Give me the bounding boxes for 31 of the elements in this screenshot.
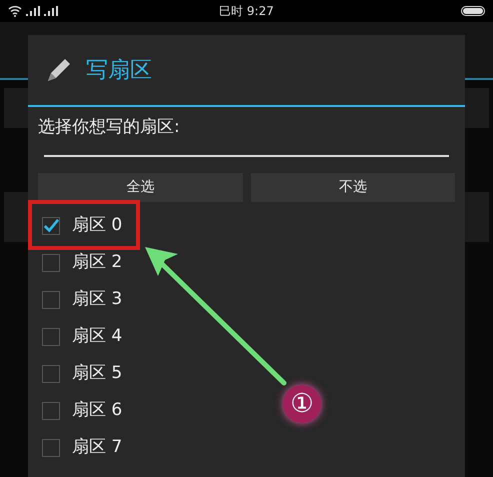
sector-label: 扇区 4 (72, 325, 122, 348)
checkbox[interactable] (42, 328, 60, 346)
status-time: 巳时 9:27 (219, 3, 274, 20)
checkbox[interactable] (42, 254, 60, 272)
check-icon (43, 218, 59, 234)
wifi-icon (8, 5, 22, 17)
sector-label: 扇区 6 (72, 399, 122, 422)
checkbox[interactable] (42, 291, 60, 309)
sector-item[interactable]: 扇区 6 (34, 392, 130, 430)
checkbox[interactable] (42, 365, 60, 383)
prompt-text: 选择你想写的扇区: (38, 117, 180, 137)
dialog-title: 写扇区 (86, 56, 152, 84)
sector-item[interactable]: 扇区 7 (34, 430, 130, 466)
signal-icon (26, 6, 40, 16)
checkbox[interactable] (42, 402, 60, 420)
select-button[interactable]: 不选 (250, 172, 455, 202)
sector-item[interactable]: 扇区 0 (34, 208, 130, 244)
checkbox[interactable] (42, 217, 60, 235)
sector-item[interactable]: 扇区 5 (34, 356, 130, 392)
checkbox[interactable] (42, 439, 60, 457)
select-button[interactable]: 全选 (38, 172, 242, 202)
sector-label: 扇区 7 (72, 436, 122, 460)
sector-item[interactable]: 扇区 3 (34, 282, 130, 318)
sector-item[interactable]: 扇区 4 (34, 318, 130, 356)
sector-label: 扇区 3 (72, 288, 122, 312)
battery-icon (460, 6, 485, 16)
sector-label: 扇区 0 (72, 214, 122, 238)
signal-icon (44, 6, 58, 16)
sector-label: 扇区 2 (72, 251, 122, 274)
sector-label: 扇区 5 (72, 362, 122, 386)
sector-item[interactable]: 扇区 2 (34, 244, 130, 282)
